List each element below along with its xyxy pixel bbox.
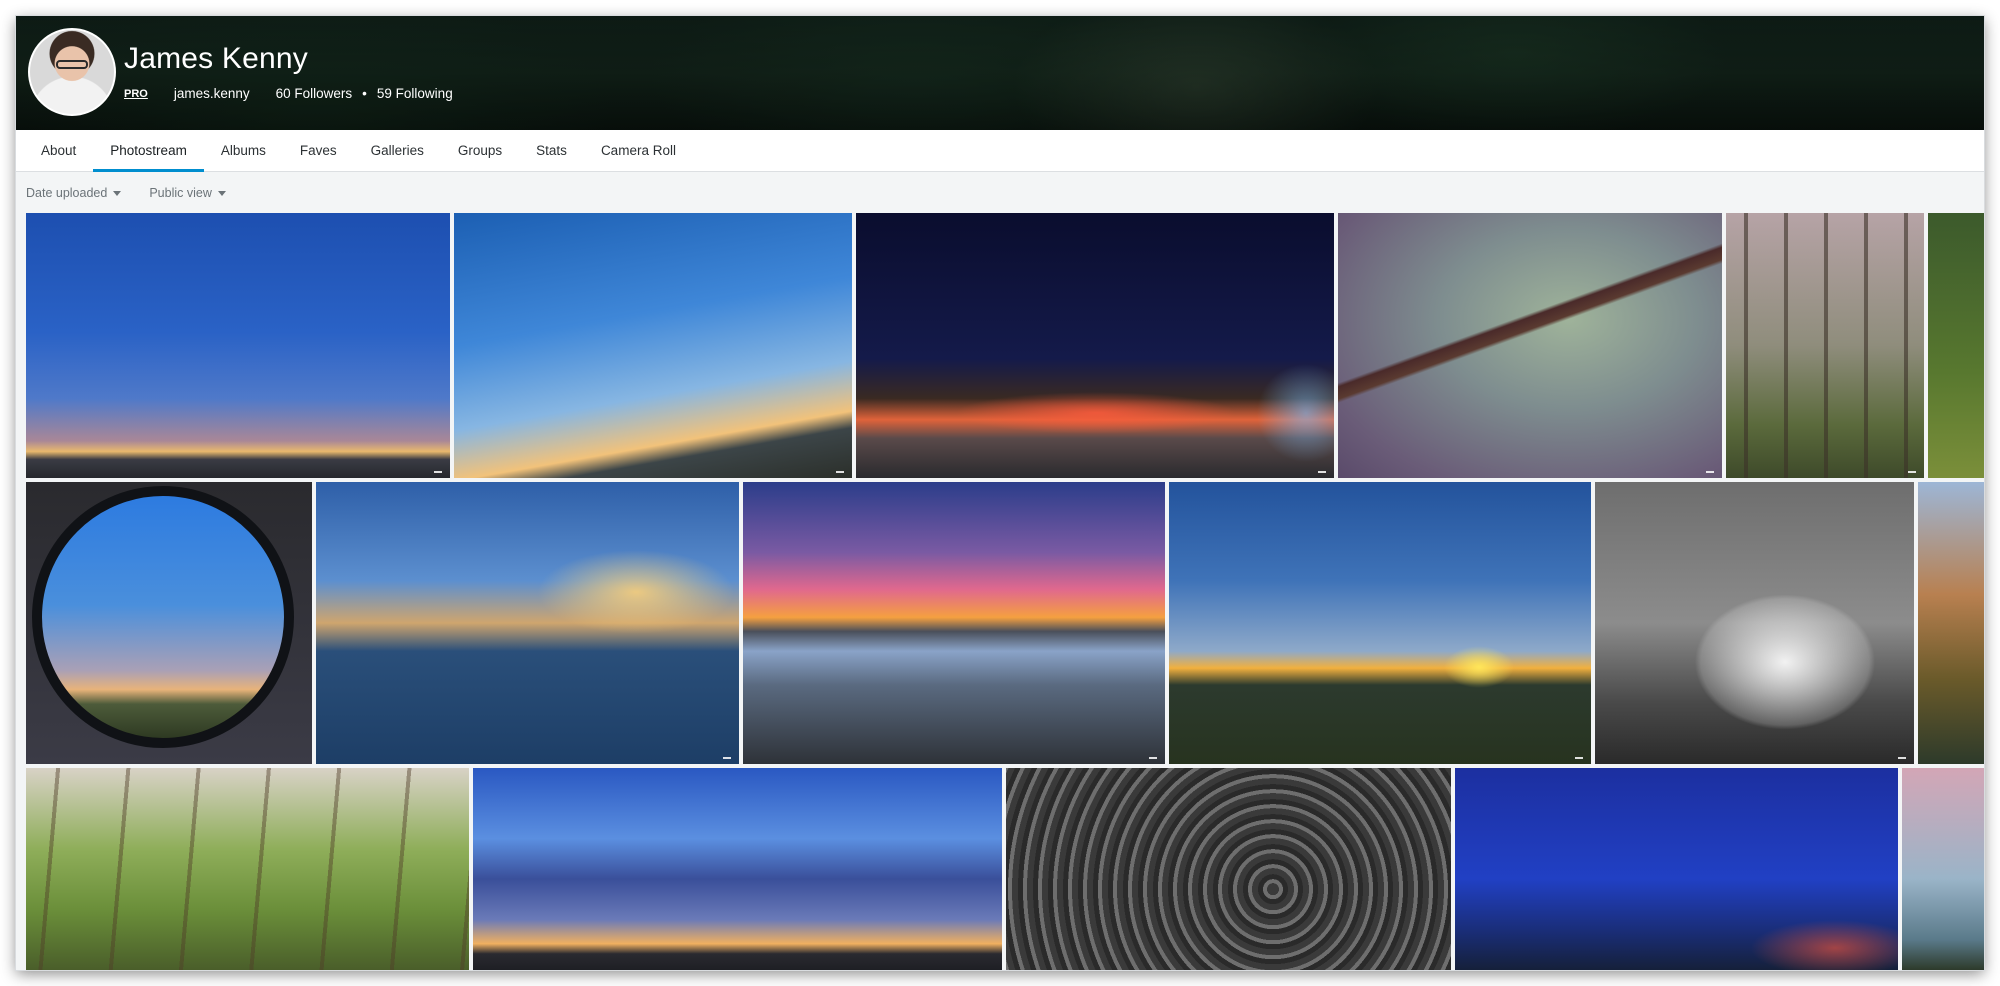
sort-label: Date uploaded	[26, 186, 108, 200]
photo-thumbnail[interactable]	[26, 482, 312, 764]
photo-thumbnail[interactable]	[316, 482, 739, 764]
tab-galleries[interactable]: Galleries	[354, 130, 441, 171]
photo-thumbnail[interactable]	[454, 213, 852, 478]
view-label: Public view	[149, 186, 212, 200]
view-dropdown[interactable]: Public view	[149, 186, 226, 200]
photo-thumbnail[interactable]	[1455, 768, 1898, 970]
photo-thumbnail[interactable]	[1006, 768, 1451, 970]
profile-name: James Kenny	[124, 42, 308, 75]
tab-albums[interactable]: Albums	[204, 130, 283, 171]
profile-nav: About Photostream Albums Faves Galleries…	[16, 130, 1984, 172]
cover-photo: James Kenny PRO james.kenny 60 Followers…	[16, 16, 1984, 130]
photo-thumbnail[interactable]	[473, 768, 1002, 970]
photo-thumbnail[interactable]	[1595, 482, 1914, 764]
photo-grid	[26, 213, 1984, 970]
tab-faves[interactable]: Faves	[283, 130, 354, 171]
photo-thumbnail[interactable]	[26, 213, 450, 478]
username: james.kenny	[173, 86, 250, 101]
photo-thumbnail[interactable]	[1902, 768, 1984, 970]
tab-groups[interactable]: Groups	[441, 130, 519, 171]
photo-thumbnail[interactable]	[26, 768, 469, 970]
photo-thumbnail[interactable]	[1918, 482, 1984, 764]
sort-dropdown[interactable]: Date uploaded	[26, 186, 122, 200]
pro-badge[interactable]: PRO	[124, 88, 148, 100]
tab-about[interactable]: About	[24, 130, 93, 171]
filter-bar: Date uploaded Public view	[16, 173, 1984, 213]
profile-meta: PRO james.kenny 60 Followers • 59 Follow…	[124, 86, 453, 101]
photo-thumbnail[interactable]	[1338, 213, 1722, 478]
tab-stats[interactable]: Stats	[519, 130, 584, 171]
photo-thumbnail[interactable]	[1726, 213, 1924, 478]
tab-photostream[interactable]: Photostream	[93, 130, 204, 172]
following-link[interactable]: 59 Following	[377, 86, 453, 101]
tab-camera-roll[interactable]: Camera Roll	[584, 130, 693, 171]
caret-down-icon	[113, 190, 122, 196]
separator-dot: •	[362, 86, 367, 101]
avatar[interactable]	[28, 28, 116, 116]
followers-link[interactable]: 60 Followers	[276, 86, 353, 101]
photo-thumbnail[interactable]	[1169, 482, 1591, 764]
photo-thumbnail[interactable]	[743, 482, 1165, 764]
photo-thumbnail[interactable]	[856, 213, 1334, 478]
photo-thumbnail[interactable]	[1928, 213, 1984, 478]
app-window: James Kenny PRO james.kenny 60 Followers…	[16, 16, 1984, 970]
caret-down-icon	[217, 190, 226, 196]
